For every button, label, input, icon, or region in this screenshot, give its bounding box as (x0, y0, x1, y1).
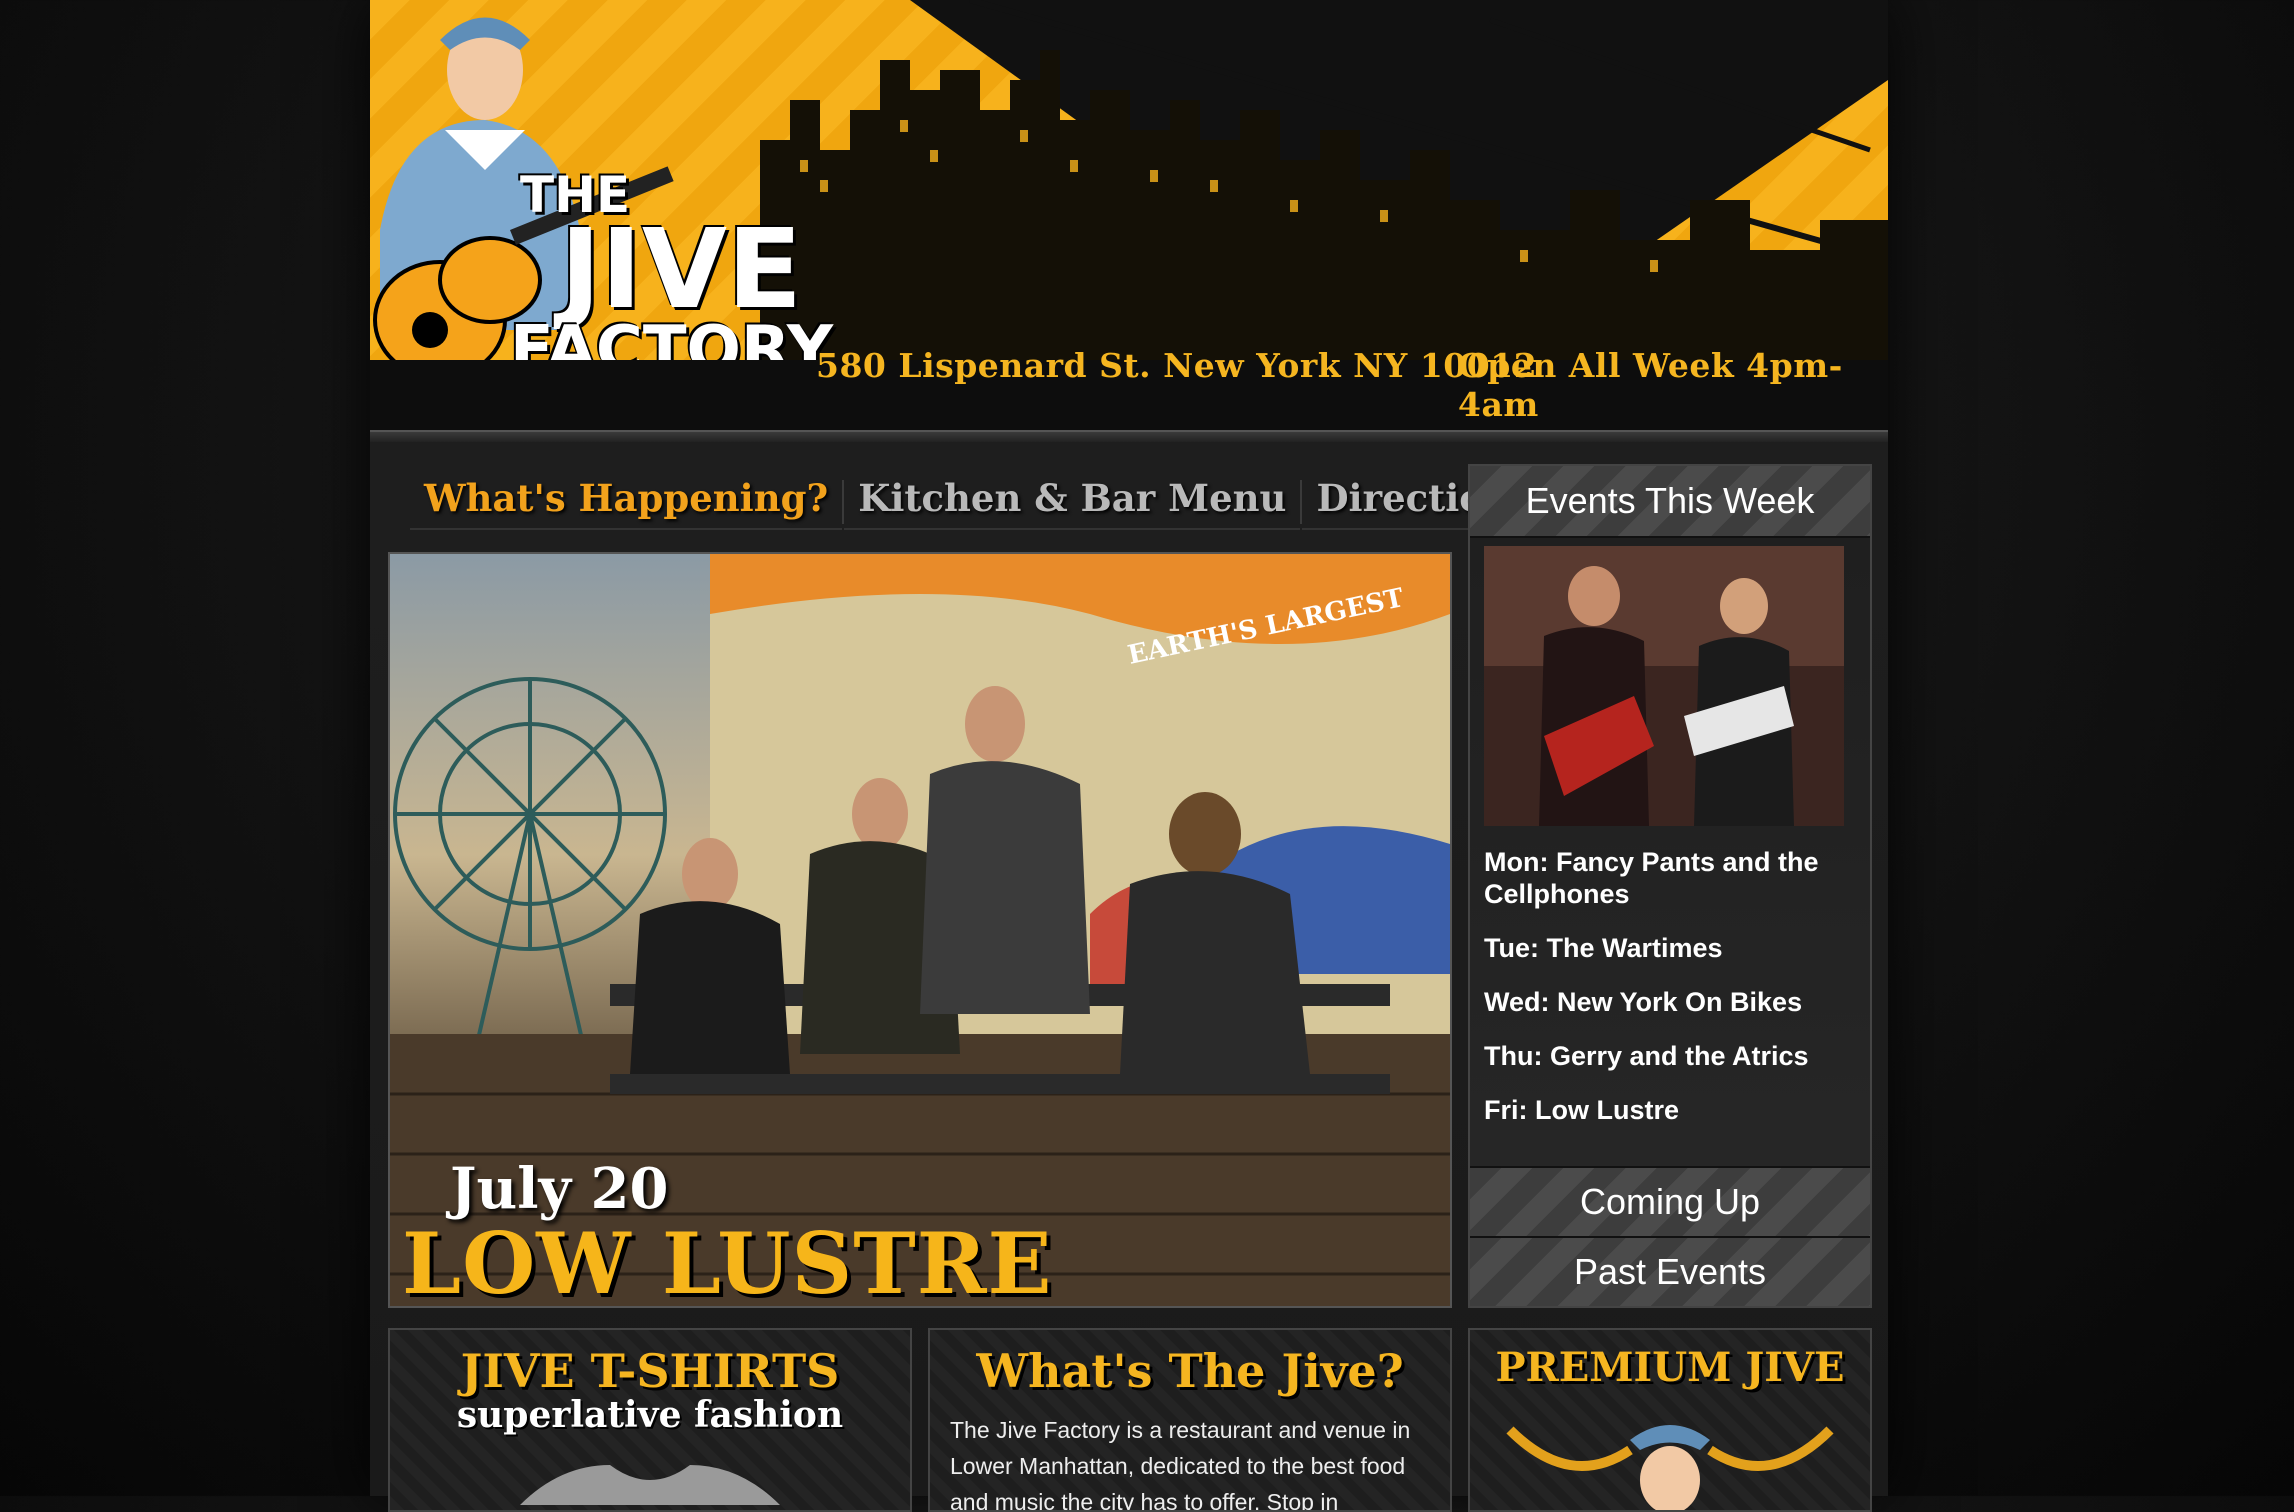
tshirt-icon (520, 1465, 780, 1505)
events-this-week-header: Events This Week (1470, 466, 1870, 538)
header-banner: THE JIVE FACTORY 580 Lispenard St. New Y… (370, 0, 1888, 430)
event-item-fri[interactable]: Fri: Low Lustre (1484, 1094, 1854, 1126)
event-item-thu[interactable]: Thu: Gerry and the Atrics (1484, 1040, 1854, 1072)
premium-title: PREMIUM JIVE (1495, 1344, 1845, 1391)
hero-feature[interactable]: EARTH'S LARGEST July 20 LOW LUSTRE (388, 552, 1452, 1308)
past-events-button[interactable]: Past Events (1470, 1236, 1870, 1306)
main-nav: What's Happening? Kitchen & Bar Menu Dir… (410, 470, 1546, 530)
nav-kitchen-bar-menu[interactable]: Kitchen & Bar Menu (844, 470, 1301, 530)
about-panel: What's The Jive? The Jive Factory is a r… (928, 1328, 1452, 1512)
tshirts-panel[interactable]: JIVE T-SHIRTS superlative fashion (388, 1328, 912, 1512)
address-text: 580 Lispenard St. New York NY 10012 (816, 346, 1538, 385)
premium-panel[interactable]: PREMIUM JIVE (1468, 1328, 1872, 1512)
event-item-tue[interactable]: Tue: The Wartimes (1484, 932, 1854, 964)
band-photo[interactable] (1484, 546, 1844, 826)
page-container: THE JIVE FACTORY 580 Lispenard St. New Y… (370, 0, 1888, 1512)
tshirts-title: JIVE T-SHIRTS (460, 1344, 840, 1398)
hours-text: Open All Week 4pm-4am (1458, 346, 1843, 424)
event-item-mon[interactable]: Mon: Fancy Pants and the Cellphones (1484, 846, 1854, 910)
about-title: What's The Jive? (976, 1344, 1404, 1398)
logo-line-jive: JIVE (560, 205, 803, 333)
tshirts-subtitle: superlative fashion (456, 1394, 844, 1436)
premium-emblem-icon (1506, 1425, 1834, 1510)
ferris-wheel-icon (393, 677, 667, 1075)
banner-divider (370, 430, 1888, 442)
events-list: Mon: Fancy Pants and the Cellphones Tue:… (1484, 846, 1854, 1148)
hero-date: July 20 (450, 1156, 669, 1222)
about-text: The Jive Factory is a restaurant and ven… (950, 1417, 1411, 1512)
hero-title: LOW LUSTRE (402, 1214, 1053, 1308)
events-sidebar: Events This Week Mon: Fancy Pants and th… (1468, 464, 1872, 1308)
nav-whats-happening[interactable]: What's Happening? (410, 470, 843, 530)
coming-up-button[interactable]: Coming Up (1470, 1166, 1870, 1236)
event-item-wed[interactable]: Wed: New York On Bikes (1484, 986, 1854, 1018)
